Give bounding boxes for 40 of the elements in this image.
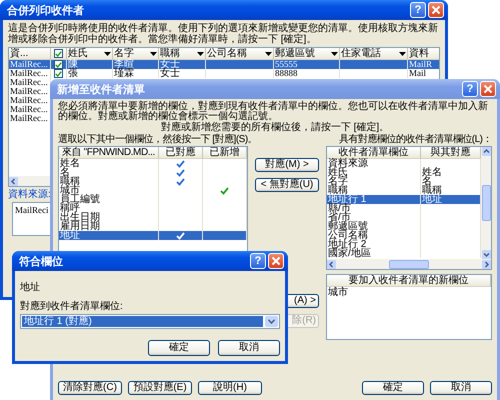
instructions-text: 這是合併列印時將使用的收件者清單。使用下列的選項來新增或變更您的清單。使用核取方塊來新增或移除合併列印中的收件者。當您準備好清單時，請按一下 [確定]。 xyxy=(8,23,439,45)
window-title: 新增至收件者清單 xyxy=(57,82,146,96)
table-cell: 縣/市 xyxy=(327,204,421,213)
table-cell: 張 xyxy=(67,69,113,78)
table-cell: 陳 xyxy=(67,60,113,69)
table-cell: 姓名 xyxy=(59,159,159,168)
table-cell: 李暄 xyxy=(113,60,159,69)
table-cell: 資料來源 xyxy=(327,159,421,168)
table-cell: 省/市 xyxy=(327,213,421,222)
table-cell: 地址行 1 xyxy=(327,195,421,204)
source-fields-label: 選取以下其中一個欄位，然後按一下 [對應](S)。 xyxy=(58,134,258,145)
table-cell: Mail xyxy=(408,69,439,78)
table-cell: 郵遞區號 xyxy=(327,222,421,231)
field-name: 地址 xyxy=(20,282,40,293)
table-cell: MailRec... xyxy=(9,60,51,69)
table-cell: 公司名稱 xyxy=(327,231,421,240)
table-cell: 名字 xyxy=(327,177,421,186)
select-label: 對應到收件者清單欄位: xyxy=(20,301,123,312)
table-cell: 國家/地區 xyxy=(327,249,421,258)
table-cell: 88888 xyxy=(274,69,340,78)
hint-text: 對應或新增您需要的所有欄位後，請按一下 [確定]。 xyxy=(160,123,390,133)
instructions-text: 您必須將清單中要新增的欄位，對應到現有收件者清單中的欄位。您也可以在收件者清單中加入新的欄位。對應或新增的欄位會標示一個勾選記號。 xyxy=(58,102,489,122)
table-cell: 出生日期 xyxy=(59,213,159,222)
window-title: 符合欄位 xyxy=(19,254,64,268)
table-cell: 姓氏 xyxy=(327,168,421,177)
table-cell: 女士 xyxy=(159,60,206,69)
table-cell: 女士 xyxy=(159,69,206,78)
window-title: 合併列印收件者 xyxy=(7,4,85,18)
table-cell: 名 xyxy=(59,168,159,177)
data-source-label: 資料來源: xyxy=(8,189,51,200)
recipient-fields-label: 具有對應欄位的收件者清單欄位(L)： xyxy=(338,134,492,145)
table-cell: MailR xyxy=(408,60,439,69)
table-cell: 瑾霖 xyxy=(113,69,159,78)
table-cell: MailRec... xyxy=(9,69,51,78)
table-cell: 地址行 2 xyxy=(327,240,421,249)
table-cell: 稱呼 xyxy=(59,204,159,213)
table-cell: 55555 xyxy=(274,60,340,69)
table-cell: 職稱 xyxy=(59,177,159,186)
table-cell: 員工編號 xyxy=(59,195,159,204)
table-cell: 城市 xyxy=(59,186,159,195)
